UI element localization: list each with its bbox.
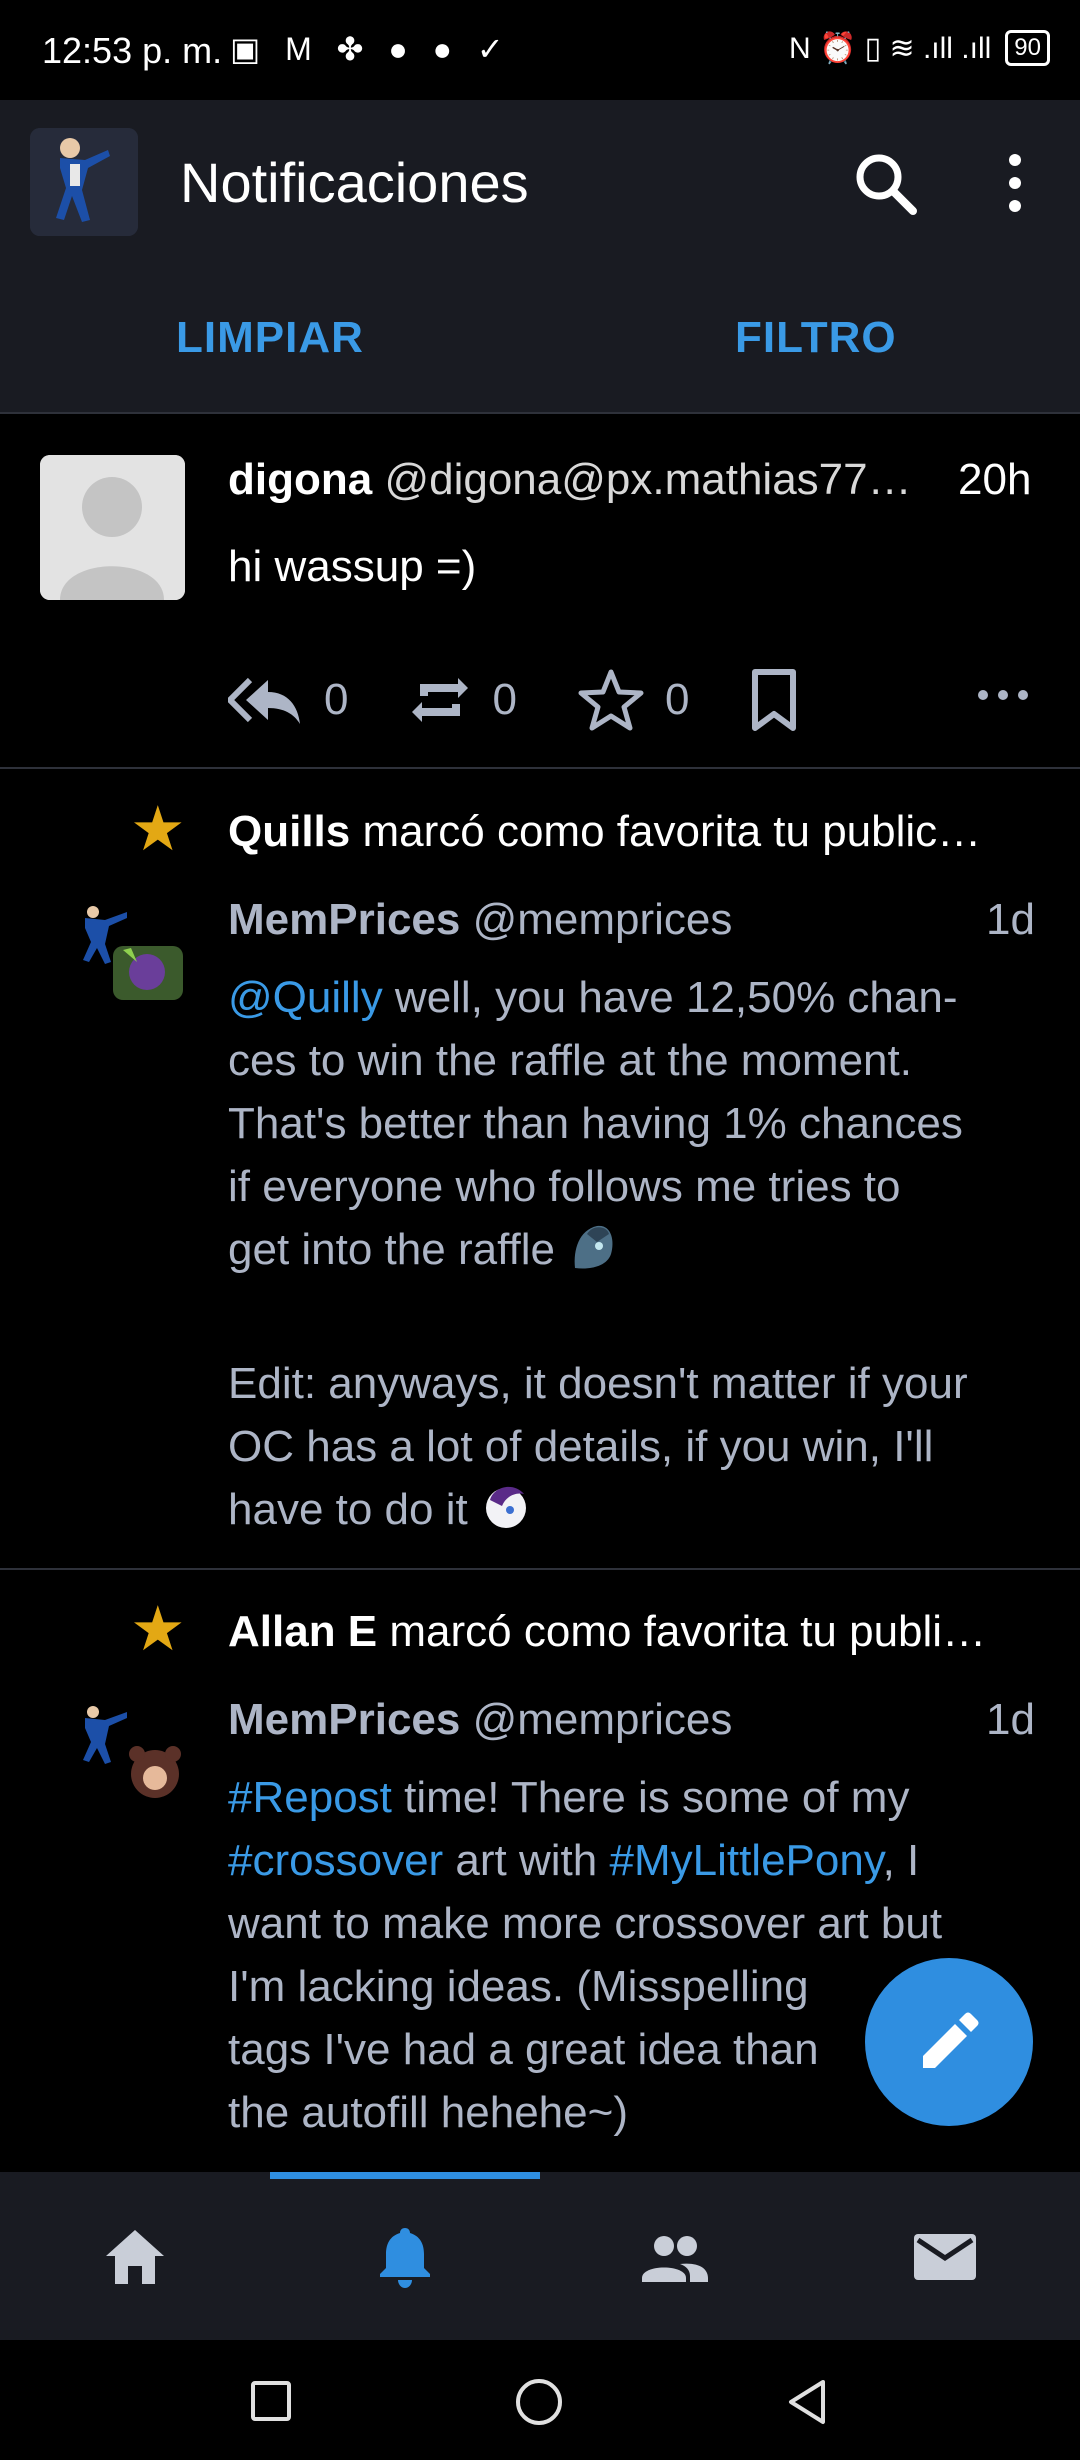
star-outline-icon — [578, 669, 644, 731]
display-name[interactable]: MemPrices — [228, 1695, 460, 1744]
active-tab-indicator — [270, 2172, 540, 2179]
page-title: Notificaciones — [180, 151, 529, 214]
status-header: MemPrices @memprices — [228, 888, 732, 951]
bookmark-icon — [752, 669, 797, 731]
reply-count: 0 — [324, 675, 349, 724]
text-line: get into the raffle — [228, 1218, 1048, 1289]
back-icon[interactable] — [785, 2378, 829, 2431]
reply-button[interactable]: 0 — [228, 672, 348, 728]
actor-name[interactable]: Quills — [228, 807, 350, 856]
star-icon: ★ — [130, 795, 186, 864]
status-actions: 0 0 0 — [228, 660, 879, 740]
text-line: Edit: anyways, it doesn't matter if your — [228, 1359, 968, 1408]
bookmark-button[interactable] — [749, 668, 819, 732]
text-line: #crossover art with #MyLittlePony, I — [228, 1836, 920, 1885]
favourite-count: 0 — [664, 675, 690, 724]
divider — [0, 1568, 1080, 1570]
status-header: MemPrices @memprices — [228, 1688, 732, 1751]
recents-icon[interactable] — [250, 2380, 292, 2427]
account-avatar[interactable] — [30, 128, 138, 236]
compose-button[interactable] — [865, 1958, 1033, 2126]
status-bar: 12:53 p. m. ▣ M ✤ ● ● ✓ N ⏰ ▯ ≋ .ıll .ıl… — [0, 0, 1080, 100]
hashtag-link[interactable]: #crossover — [228, 1836, 443, 1885]
hashtag-link[interactable]: #MyLittlePony — [609, 1836, 882, 1885]
favourite-button[interactable]: 0 — [577, 668, 689, 732]
text-line: want to make more crossover art but — [228, 1899, 943, 1948]
mail-icon[interactable] — [910, 2222, 980, 2292]
action-tabs: LIMPIAR FILTRO — [0, 265, 1080, 414]
more-vert-icon[interactable] — [990, 148, 1040, 218]
status-text: @Quilly well, you have 12,50% chan- ces … — [228, 966, 1048, 1541]
system-nav-bar — [0, 2342, 1080, 2460]
text-line: @Quilly well, you have 12,50% chan- — [228, 973, 958, 1022]
display-name[interactable]: digona — [228, 455, 372, 504]
text-line: if everyone who follows me tries to — [228, 1162, 901, 1211]
search-icon[interactable] — [850, 148, 920, 218]
boost-icon — [412, 678, 469, 722]
boost-button[interactable]: 0 — [408, 670, 517, 730]
display-name[interactable]: MemPrices — [228, 895, 460, 944]
battery-icon: 90 — [1005, 30, 1050, 66]
people-icon[interactable] — [640, 2222, 710, 2292]
boost-count: 0 — [492, 675, 517, 724]
user-handle: @digona@px.mathias77… — [384, 455, 912, 504]
status-right-icons: N ⏰ ▯ ≋ .ıll .ıll 90 — [789, 30, 1050, 66]
status-header: digona @digona@px.mathias77… — [228, 448, 912, 511]
status-time: 1d — [986, 1695, 1035, 1744]
text-line: OC has a lot of details, if you win, I'l… — [228, 1422, 934, 1471]
more-horiz-icon[interactable] — [975, 680, 1031, 715]
home-icon[interactable] — [100, 2222, 170, 2292]
user-handle: @memprices — [472, 895, 733, 944]
status-text: hi wassup =) — [228, 542, 477, 591]
text-line: That's better than having 1% chances — [228, 1099, 963, 1148]
star-icon: ★ — [130, 1595, 186, 1664]
reply-all-icon — [228, 677, 300, 724]
hashtag-link[interactable]: #Repost — [228, 1773, 392, 1822]
custom-emoji — [485, 1486, 526, 1528]
notification-header: Allan E marcó como favorita tu publi… — [228, 1600, 986, 1663]
notification-action: marcó como favorita tu public… — [362, 807, 982, 856]
notifications-icon[interactable] — [370, 2222, 440, 2292]
status-time: 1d — [986, 895, 1035, 944]
text-line: #Repost time! There is some of my — [228, 1773, 910, 1822]
filter-button[interactable]: FILTRO — [735, 313, 897, 363]
mention-link[interactable]: @Quilly — [228, 973, 383, 1022]
custom-emoji — [574, 1225, 613, 1269]
avatar[interactable] — [40, 455, 185, 600]
status-left-icons: ▣ M ✤ ● ● ✓ — [230, 31, 512, 67]
home-nav-icon[interactable] — [515, 2378, 563, 2431]
edit-icon — [923, 2012, 979, 2068]
app-bar: Notificaciones — [0, 100, 1080, 265]
status-time: 20h — [958, 455, 1032, 504]
avatar[interactable] — [65, 1700, 190, 1800]
status-time: 12:53 p. m. — [42, 30, 223, 71]
divider — [0, 767, 1080, 769]
text-line: have to do it — [228, 1478, 1048, 1541]
notification-action: marcó como favorita tu publi… — [389, 1607, 987, 1656]
bottom-nav — [0, 2172, 1080, 2340]
text-line: ces to win the raffle at the moment. — [228, 1036, 912, 1085]
avatar[interactable] — [65, 900, 190, 1000]
clear-button[interactable]: LIMPIAR — [176, 313, 364, 363]
notification-header: Quills marcó como favorita tu public… — [228, 800, 981, 863]
user-handle: @memprices — [472, 1695, 733, 1744]
actor-name[interactable]: Allan E — [228, 1607, 377, 1656]
system-status-icons: N ⏰ ▯ ≋ .ıll .ıll — [788, 31, 992, 65]
